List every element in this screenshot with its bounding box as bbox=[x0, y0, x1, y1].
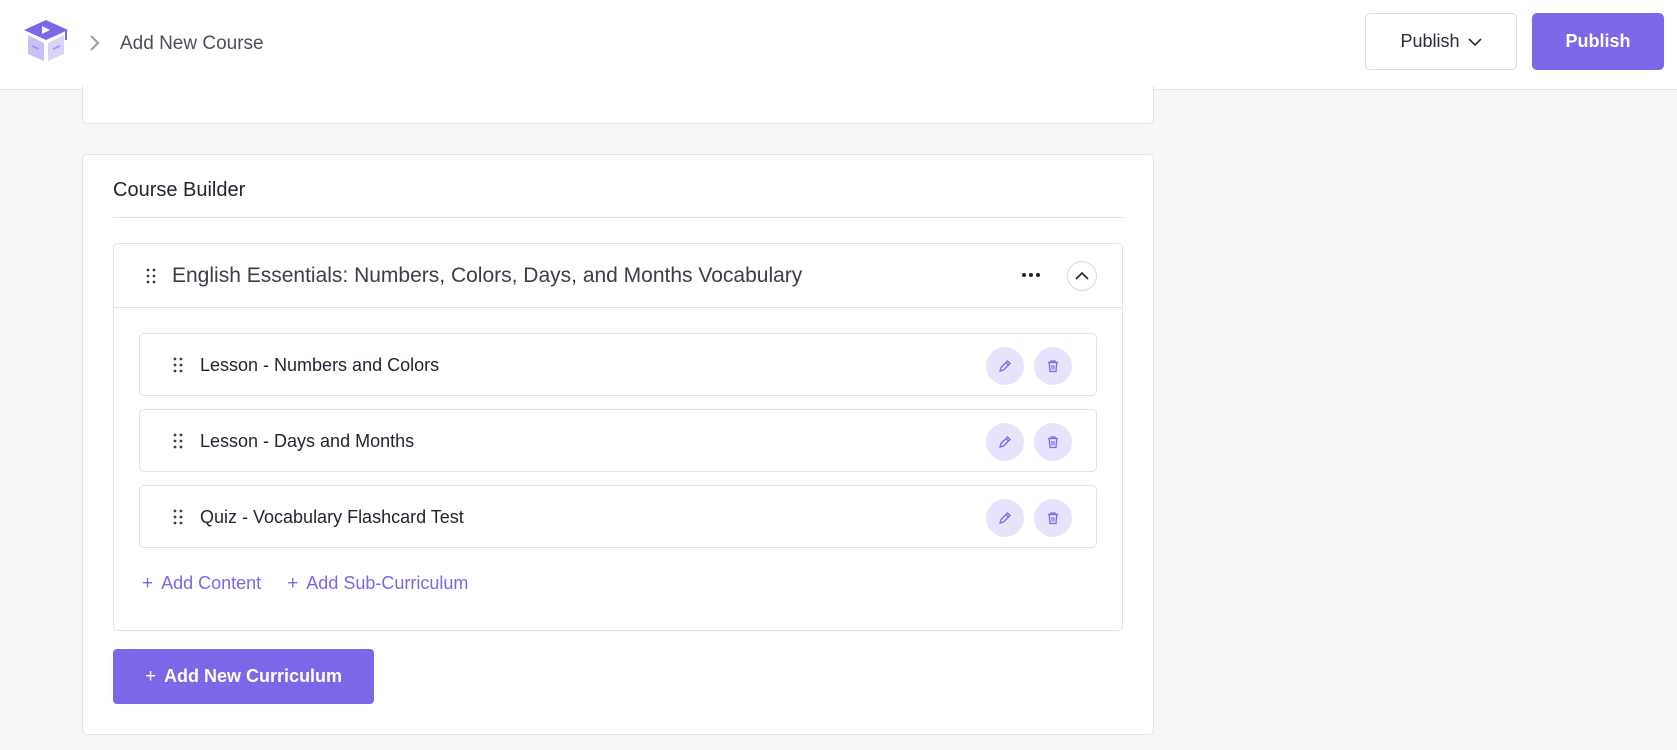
drag-handle-icon[interactable] bbox=[172, 356, 184, 374]
top-bar: Add New Course Publish Publish bbox=[0, 0, 1677, 90]
publish-dropdown-button[interactable]: Publish bbox=[1365, 13, 1517, 70]
delete-item-button[interactable] bbox=[1034, 499, 1072, 537]
drag-handle-icon[interactable] bbox=[172, 508, 184, 526]
course-builder-card: Course Builder English Essentials: Numbe… bbox=[82, 154, 1154, 735]
add-content-label: Add Content bbox=[161, 573, 262, 593]
section-title: English Essentials: Numbers, Colors, Day… bbox=[172, 264, 803, 287]
section-header: English Essentials: Numbers, Colors, Day… bbox=[114, 244, 1122, 308]
publish-button[interactable]: Publish bbox=[1532, 13, 1664, 70]
trash-icon bbox=[1048, 436, 1058, 449]
add-content-button[interactable]: + Add Content bbox=[142, 573, 261, 594]
add-links: + Add Content + Add Sub-Curriculum bbox=[142, 573, 468, 594]
breadcrumb-current: Add New Course bbox=[120, 33, 264, 54]
add-sub-curriculum-label: Add Sub-Curriculum bbox=[306, 573, 469, 593]
delete-item-button[interactable] bbox=[1034, 347, 1072, 385]
pencil-icon bbox=[999, 360, 1011, 372]
chevron-down-icon bbox=[1467, 37, 1482, 46]
previous-card bbox=[82, 86, 1154, 124]
more-horizontal-icon[interactable] bbox=[1019, 267, 1043, 283]
chevron-up-icon bbox=[1075, 271, 1089, 280]
curriculum-item[interactable]: Lesson - Days and Months bbox=[139, 409, 1097, 472]
edit-item-button[interactable] bbox=[986, 423, 1024, 461]
drag-handle-icon[interactable] bbox=[172, 432, 184, 450]
course-builder-title: Course Builder bbox=[113, 179, 246, 201]
trash-icon bbox=[1048, 360, 1058, 373]
curriculum-item[interactable]: Lesson - Numbers and Colors bbox=[139, 333, 1097, 396]
add-new-curriculum-label: Add New Curriculum bbox=[164, 666, 343, 686]
divider bbox=[113, 217, 1123, 218]
item-title: Lesson - Numbers and Colors bbox=[200, 355, 440, 375]
edit-item-button[interactable] bbox=[986, 499, 1024, 537]
collapse-section-button[interactable] bbox=[1067, 261, 1097, 291]
item-title: Quiz - Vocabulary Flashcard Test bbox=[200, 507, 464, 527]
plus-icon: + bbox=[144, 666, 157, 687]
pencil-icon bbox=[999, 512, 1011, 524]
curriculum-section: English Essentials: Numbers, Colors, Day… bbox=[113, 243, 1123, 631]
logo-icon[interactable] bbox=[22, 18, 70, 64]
delete-item-button[interactable] bbox=[1034, 423, 1072, 461]
add-sub-curriculum-button[interactable]: + Add Sub-Curriculum bbox=[287, 573, 468, 594]
curriculum-item[interactable]: Quiz - Vocabulary Flashcard Test bbox=[139, 485, 1097, 548]
pencil-icon bbox=[999, 436, 1011, 448]
chevron-right-icon bbox=[90, 35, 100, 51]
plus-icon: + bbox=[287, 573, 299, 594]
drag-handle-icon[interactable] bbox=[145, 267, 157, 285]
add-new-curriculum-button[interactable]: + Add New Curriculum bbox=[113, 649, 374, 704]
item-title: Lesson - Days and Months bbox=[200, 431, 415, 451]
plus-icon: + bbox=[142, 573, 154, 594]
publish-dropdown-label: Publish bbox=[1400, 31, 1460, 51]
trash-icon bbox=[1048, 512, 1058, 525]
edit-item-button[interactable] bbox=[986, 347, 1024, 385]
